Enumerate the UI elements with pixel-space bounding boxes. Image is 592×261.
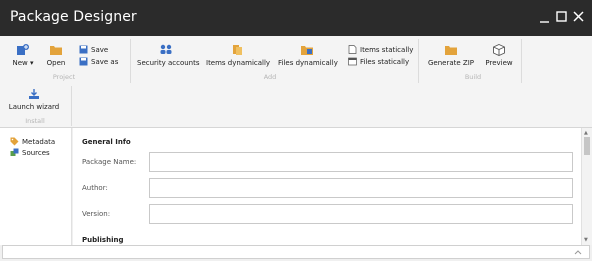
folder-files-icon [301,46,313,55]
author-input[interactable] [149,178,573,198]
close-icon [573,11,584,22]
preview-label: Preview [485,59,513,67]
generate-zip-label: Generate ZIP [428,59,474,67]
users-icon [160,44,172,54]
floppy-icon [79,45,88,54]
scroll-thumb[interactable] [584,137,590,155]
new-button[interactable]: New ▾ [8,44,38,67]
ribbon-toolbar: New ▾ Open Save Save as Project Security… [0,36,592,128]
title-bar: Package Designer [0,0,592,36]
save-button[interactable]: Save [79,45,108,54]
folder-zip-icon [445,46,457,55]
group-build-label: Build [464,73,482,81]
document-icon [348,45,357,54]
publishing-heading: Publishing [82,236,124,244]
ribbon-separator [71,86,72,126]
launch-wizard-button[interactable]: Launch wizard [6,88,62,111]
items-statically-button[interactable]: Items statically [348,45,413,54]
version-label: Version: [82,210,111,218]
form-panel: General Info Package Name: Author: Versi… [73,128,581,245]
package-name-label: Package Name: [82,158,137,166]
window-title: Package Designer [10,9,137,25]
security-accounts-button[interactable]: Security accounts [137,44,200,67]
scroll-up-icon[interactable]: ▲ [584,130,588,136]
vertical-scrollbar[interactable]: ▲ ▼ [581,128,592,245]
files-statically-button[interactable]: Files statically [348,57,409,66]
items-icon [233,45,242,55]
new-label: New ▾ [12,59,34,67]
maximize-icon [556,11,567,22]
author-label: Author: [82,184,108,192]
general-info-heading: General Info [82,138,131,146]
minimize-icon [540,21,549,23]
open-button[interactable]: Open [44,44,68,67]
files-statically-label: Files statically [360,57,410,66]
install-arrow-icon [29,89,39,99]
cube-icon [493,44,505,56]
nav-item-sources[interactable]: Sources [10,148,50,157]
open-label: Open [46,59,66,67]
footer-bar [2,245,590,259]
sources-icon [10,148,19,156]
package-name-input[interactable] [149,152,573,172]
save-as-label: Save as [91,57,119,66]
minimize-button[interactable] [538,8,552,26]
items-statically-label: Items statically [360,45,414,54]
maximize-button[interactable] [555,8,569,26]
scroll-down-icon[interactable]: ▼ [584,237,588,243]
save-label: Save [91,45,109,54]
floppy-icon [79,57,88,66]
version-input[interactable] [149,204,573,224]
folder-open-icon [50,46,62,55]
files-dynamically-button[interactable]: Files dynamically [278,44,338,67]
save-as-button[interactable]: Save as [79,57,118,66]
left-nav: Metadata Sources [0,128,72,245]
nav-sources-label: Sources [22,148,50,157]
group-install-label: Install [25,117,45,125]
preview-button[interactable]: Preview [484,44,514,67]
ribbon-separator [130,39,131,83]
security-accounts-label: Security accounts [137,59,200,67]
items-dynamically-button[interactable]: Items dynamically [206,44,271,67]
nav-metadata-label: Metadata [22,137,56,146]
group-project-label: Project [52,73,76,81]
ribbon-separator [521,39,522,83]
files-dynamically-label: Files dynamically [278,59,338,67]
ribbon-separator [418,39,419,83]
new-item-icon [17,44,29,55]
launch-wizard-label: Launch wizard [8,103,60,111]
generate-zip-button[interactable]: Generate ZIP [428,44,474,67]
chevron-up-icon[interactable] [573,247,583,257]
window-icon [348,57,357,66]
close-button[interactable] [572,8,586,26]
tag-icon [10,137,19,146]
items-dynamically-label: Items dynamically [206,59,271,67]
group-add-label: Add [263,73,277,81]
nav-item-metadata[interactable]: Metadata [10,137,55,146]
